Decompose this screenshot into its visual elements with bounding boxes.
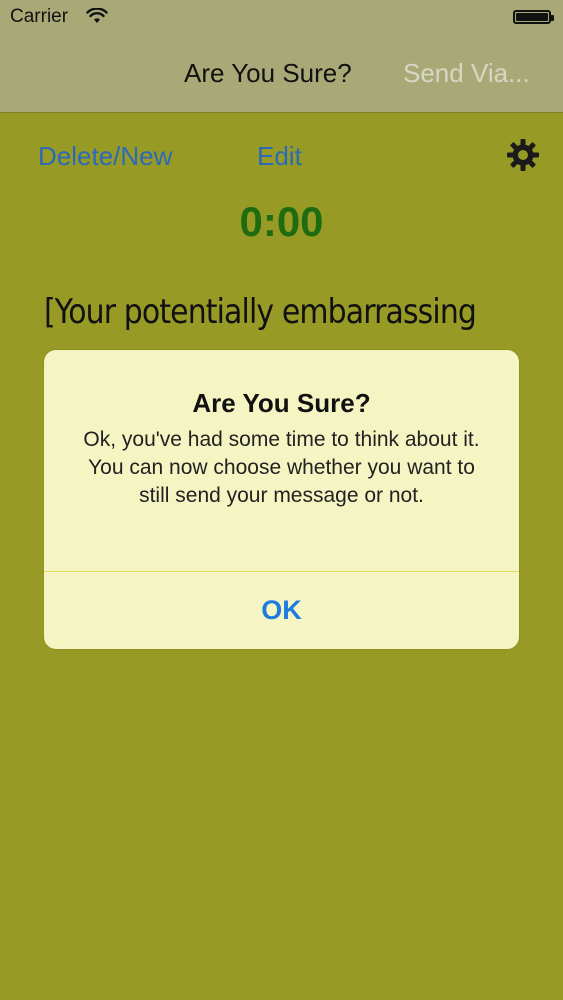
delete-new-button[interactable]: Delete/New [38, 141, 172, 172]
nav-title: Are You Sure? [184, 58, 352, 88]
ok-button[interactable]: OK [44, 572, 519, 649]
timer-display: 0:00 [239, 198, 324, 245]
send-via-button[interactable]: Send Via... [403, 58, 530, 89]
battery-icon [513, 10, 554, 24]
gear-icon[interactable] [506, 138, 540, 172]
edit-button[interactable]: Edit [257, 141, 302, 172]
status-bar: Carrier [0, 0, 563, 36]
navigation-bar: Are You Sure? Send Via... [0, 36, 563, 113]
wifi-icon [86, 8, 108, 23]
alert-message: Ok, you've had some time to think about … [83, 428, 480, 507]
message-preview: [Your potentially embarrassing [44, 292, 477, 332]
alert-dialog: Are You Sure? Ok, you've had some time t… [44, 350, 519, 649]
carrier-label: Carrier [10, 6, 69, 27]
alert-title: Are You Sure? [192, 388, 371, 418]
